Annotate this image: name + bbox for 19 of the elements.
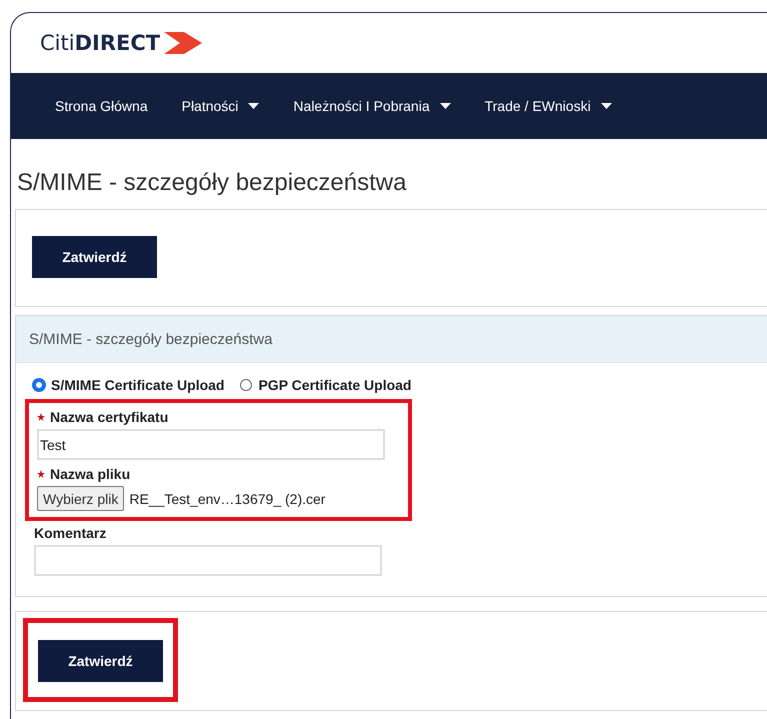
submit-button[interactable]: Zatwierdź bbox=[38, 640, 163, 682]
citidirect-logo: CitiDIRECT bbox=[40, 31, 202, 55]
nav-menu-item[interactable]: Należności I Pobrania bbox=[293, 98, 451, 114]
section-header: S/MIME - szczegóły bezpieczeństwa bbox=[16, 316, 767, 363]
field-label: Komentarz bbox=[34, 525, 106, 541]
field-label: Nazwa certyfikatu bbox=[50, 409, 168, 425]
file-name: RE__Test_env…13679_ (2).cer bbox=[129, 490, 326, 506]
submit-button[interactable]: Zatwierdź bbox=[32, 236, 157, 278]
page-title: S/MIME - szczegóły bezpieczeństwa bbox=[17, 169, 408, 197]
radio-option[interactable]: S/MIME Certificate Upload bbox=[33, 377, 224, 393]
choose-file-button[interactable]: Wybierz plik bbox=[37, 486, 124, 511]
nav-menu-item[interactable]: Strona Główna bbox=[55, 98, 148, 114]
input-field[interactable] bbox=[34, 545, 382, 576]
nav-menu-item[interactable]: Płatności bbox=[182, 98, 260, 114]
input-field[interactable]: Test bbox=[37, 429, 385, 460]
radio-option[interactable]: PGP Certificate Upload bbox=[240, 377, 412, 393]
field-label: Nazwa pliku bbox=[50, 466, 130, 482]
chevron-icon bbox=[164, 32, 202, 54]
nav-menu-item[interactable]: Trade / EWnioski bbox=[484, 98, 612, 114]
